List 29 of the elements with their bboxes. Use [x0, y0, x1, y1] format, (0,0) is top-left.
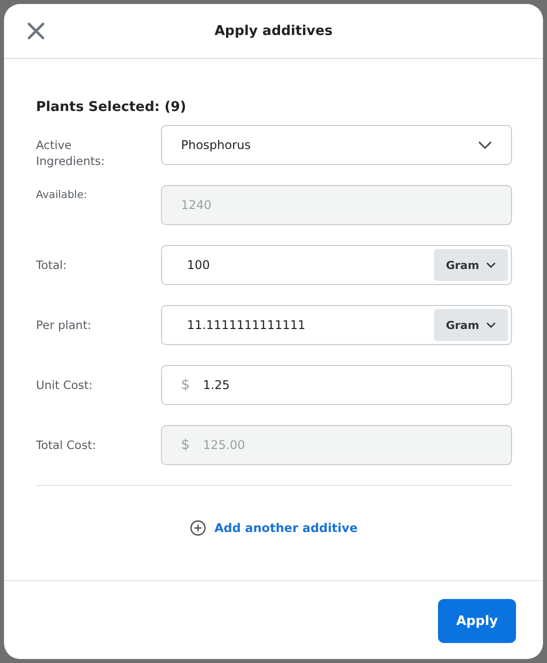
field-label: Per plant:: [36, 317, 92, 333]
close-icon[interactable]: [27, 22, 45, 40]
field-value: 100: [186, 258, 211, 272]
field-value: 1.25: [203, 378, 230, 392]
dialog-title: Apply additives: [214, 23, 333, 39]
add-additive-link[interactable]: Add another additive: [190, 520, 358, 536]
chevron-down-icon: [486, 262, 496, 268]
unit-dropdown[interactable]: Gram: [434, 249, 508, 281]
field-value: 11.1111111111111: [186, 318, 306, 332]
input-field[interactable]: 100 Gram: [161, 245, 512, 285]
field-label: Available:: [36, 188, 88, 203]
select-field[interactable]: Phosphorus: [161, 125, 512, 165]
plants-selected-heading: Plants Selected: (9): [36, 99, 188, 115]
select-value: Phosphorus: [180, 138, 252, 152]
plus-circle-icon: [190, 520, 206, 536]
currency-symbol: $: [180, 377, 191, 393]
field-label: Total:: [36, 257, 68, 273]
field-label: Unit Cost:: [36, 377, 94, 393]
chevron-down-icon: [478, 141, 492, 149]
field-label: Active Ingredients:: [36, 137, 106, 169]
input-field[interactable]: $ 1.25: [161, 365, 512, 405]
field-value: 1240: [180, 198, 213, 212]
unit-dropdown[interactable]: Gram: [434, 309, 508, 341]
input-field[interactable]: 11.1111111111111 Gram: [161, 305, 512, 345]
chevron-down-icon: [486, 322, 496, 328]
apply-button[interactable]: Apply: [438, 599, 516, 643]
currency-symbol: $: [180, 437, 191, 453]
field-label: Total Cost:: [36, 437, 97, 453]
field-value: 125.00: [203, 438, 245, 452]
